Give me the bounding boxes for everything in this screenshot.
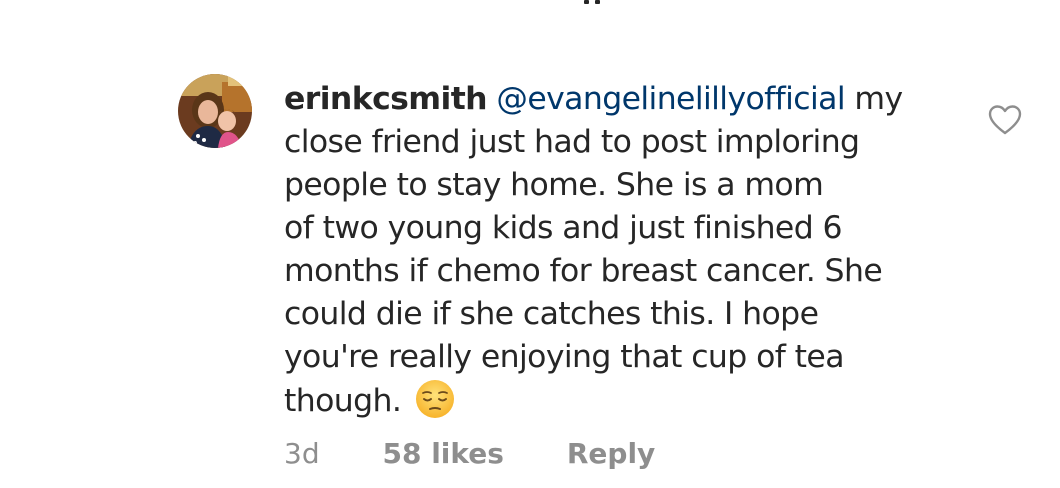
comment-line-3: people to stay home. She is a mom bbox=[284, 167, 824, 203]
comment: erinkcsmith @evangelinelillyofficial my … bbox=[178, 74, 1038, 474]
pensive-face-emoji bbox=[415, 380, 454, 418]
comment-timestamp: 3d bbox=[284, 437, 320, 470]
comment-line-1: my bbox=[845, 81, 903, 117]
like-heart-icon[interactable] bbox=[988, 104, 1022, 136]
likes-count-button[interactable]: 58 likes bbox=[383, 436, 504, 472]
avatar-photo bbox=[178, 74, 252, 148]
comment-line-8: though. bbox=[284, 383, 402, 419]
user-avatar[interactable] bbox=[178, 74, 252, 148]
reply-button[interactable]: Reply bbox=[567, 436, 655, 472]
comment-username[interactable]: erinkcsmith bbox=[284, 81, 488, 117]
comment-line-4: of two young kids and just finished 6 bbox=[284, 210, 843, 246]
comment-text: erinkcsmith @evangelinelillyofficial my … bbox=[284, 78, 944, 423]
comment-line-7: you're really enjoying that cup of tea bbox=[284, 339, 845, 375]
comment-meta: 3d 58 likes Reply bbox=[284, 436, 655, 472]
top-ui-fragment bbox=[584, 0, 600, 4]
comment-line-6: could die if she catches this. I hope bbox=[284, 296, 819, 332]
comment-mention[interactable]: @evangelinelillyofficial bbox=[496, 81, 845, 117]
comment-line-5: months if chemo for breast cancer. She bbox=[284, 253, 883, 289]
comment-line-2: close friend just had to post imploring bbox=[284, 124, 860, 160]
